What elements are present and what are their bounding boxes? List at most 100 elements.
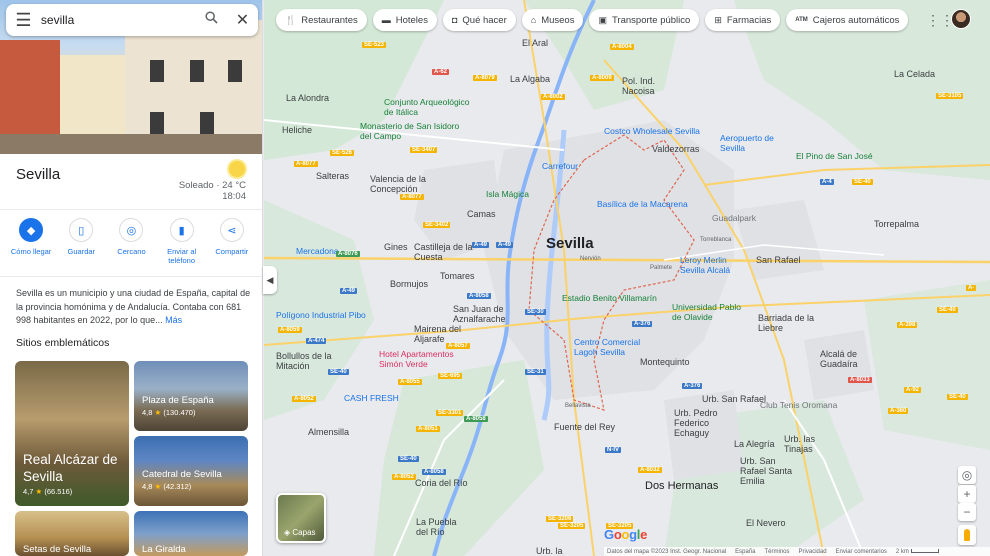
road-shield: A-376 bbox=[682, 383, 703, 389]
map-label-poi[interactable]: Hotel Apartamentos Simón Verde bbox=[379, 349, 469, 369]
map-label[interactable]: Salteras bbox=[316, 171, 349, 181]
category-chips: 🍴 Restaurantes ▬ Hoteles ◘ Qué hacer ⌂ Museo… bbox=[276, 9, 909, 31]
map-label[interactable]: Fuente del Rey bbox=[554, 422, 615, 432]
map-label[interactable]: Bormujos bbox=[390, 279, 428, 289]
map-label[interactable]: Torrepalma bbox=[874, 219, 919, 229]
map-label[interactable]: Coria del Río bbox=[415, 478, 468, 488]
street-view-pegman-icon[interactable] bbox=[958, 525, 976, 545]
map-label-poi[interactable]: Conjunto Arqueológico de Itálica bbox=[384, 97, 474, 117]
directions-button[interactable]: ◆ Cómo llegar bbox=[7, 218, 55, 274]
map-label-poi[interactable]: Mercadona bbox=[296, 246, 339, 256]
nearby-button[interactable]: ◎ Cercano bbox=[107, 218, 155, 274]
map-label[interactable]: Bellavista bbox=[565, 403, 591, 409]
chip-label: Museos bbox=[541, 14, 575, 26]
layers-button[interactable]: ◈ Capas bbox=[276, 493, 326, 543]
map-label[interactable]: La Algaba bbox=[510, 74, 550, 84]
map-label[interactable]: Urb. la bbox=[536, 546, 563, 556]
map-label[interactable]: Urb. Pedro Federico Echaguy bbox=[674, 408, 734, 438]
chip-hotels[interactable]: ▬ Hoteles bbox=[372, 9, 437, 31]
map-label[interactable]: San Juan de Aznalfarache bbox=[453, 304, 523, 324]
landmark-card-plaza-espana[interactable]: Plaza de España 4,8 ★ (130.470) bbox=[134, 361, 248, 431]
collapse-panel-button[interactable]: ◀ bbox=[263, 266, 277, 294]
map-label[interactable]: Urb. las Tinajas bbox=[784, 434, 834, 454]
map-label[interactable]: Pol. Ind. Nacoisa bbox=[622, 76, 682, 96]
footer-region-link[interactable]: España bbox=[735, 549, 755, 555]
map-label[interactable]: Urb. San Rafael Santa Emilia bbox=[740, 456, 800, 486]
landmark-card-real-alcazar[interactable]: Real Alcázar de Sevilla 4,7 ★ (66.516) bbox=[15, 361, 129, 506]
map-label[interactable]: Barriada de la Liebre bbox=[758, 313, 818, 333]
map-label[interactable]: Valencia de la Concepción bbox=[370, 174, 440, 194]
search-icon[interactable] bbox=[196, 11, 227, 29]
map-label[interactable]: Valdezorras bbox=[652, 144, 699, 154]
map-label[interactable]: Bollullos de la Mitación bbox=[276, 351, 346, 371]
landmark-card-setas[interactable]: Setas de Sevilla bbox=[15, 511, 129, 556]
map-label[interactable]: La Puebla del Río bbox=[416, 517, 466, 537]
more-link[interactable]: Más bbox=[165, 315, 182, 325]
map-label-poi[interactable]: Club Tenis Oromana bbox=[760, 400, 837, 410]
menu-icon[interactable]: ☰ bbox=[6, 10, 41, 31]
map-label[interactable]: Nervión bbox=[580, 256, 601, 262]
footer-feedback-link[interactable]: Enviar comentarios bbox=[836, 549, 887, 555]
footer-privacy-link[interactable]: Privacidad bbox=[799, 549, 827, 555]
landmark-card-giralda[interactable]: La Giralda bbox=[134, 511, 248, 556]
map-label[interactable]: El Nevero bbox=[746, 518, 786, 528]
share-button[interactable]: ⋖ Compartir bbox=[208, 218, 256, 274]
save-button[interactable]: ▯ Guardar bbox=[57, 218, 105, 274]
map-label[interactable]: La Alondra bbox=[286, 93, 329, 103]
chip-museums[interactable]: ⌂ Museos bbox=[521, 9, 584, 31]
map-canvas[interactable]: Sevilla El Aral La Algaba Pol. Ind. Naco… bbox=[264, 0, 990, 556]
map-label[interactable]: Palmete bbox=[650, 265, 672, 271]
weather-condition: Soleado · 24 °C bbox=[178, 180, 246, 191]
map-label[interactable]: Tomares bbox=[440, 271, 475, 281]
map-label[interactable]: Almensilla bbox=[308, 427, 349, 437]
map-label-poi[interactable]: Carrefour bbox=[542, 161, 578, 171]
map-label-poi[interactable]: Universidad Pablo de Olavide bbox=[672, 302, 742, 322]
map-label-poi[interactable]: CASH FRESH bbox=[344, 393, 399, 403]
my-location-button[interactable]: ◎ bbox=[958, 466, 976, 484]
card-caption: Real Alcázar de Sevilla 4,7 ★ (66.516) bbox=[23, 451, 127, 496]
map-label-poi[interactable]: Centro Comercial Lagoh Sevilla bbox=[574, 337, 644, 357]
chip-restaurants[interactable]: 🍴 Restaurantes bbox=[276, 9, 367, 31]
zoom-in-button[interactable]: + bbox=[958, 485, 976, 503]
map-label[interactable]: San Rafael bbox=[756, 255, 801, 265]
close-icon[interactable]: ✕ bbox=[227, 10, 258, 30]
chip-things-to-do[interactable]: ◘ Qué hacer bbox=[442, 9, 516, 31]
map-label[interactable]: La Celada bbox=[894, 69, 935, 79]
search-input[interactable] bbox=[40, 13, 196, 27]
chip-pharmacies[interactable]: ⊞ Farmacias bbox=[705, 9, 781, 31]
map-label[interactable]: Heliche bbox=[282, 125, 312, 135]
map-label-city[interactable]: Sevilla bbox=[546, 235, 594, 252]
map-label[interactable]: Mairena del Aljarafe bbox=[414, 324, 474, 344]
chip-transit[interactable]: ▣ Transporte público bbox=[589, 9, 700, 31]
map-label[interactable]: La Alegría bbox=[734, 439, 775, 449]
map-label[interactable]: Urb. San Rafael bbox=[702, 394, 766, 404]
map-label-poi[interactable]: Guadalpark bbox=[712, 213, 756, 223]
map-label[interactable]: Gines bbox=[384, 242, 408, 252]
scale-control[interactable]: 2 km bbox=[896, 548, 939, 555]
map-label[interactable]: Montequinto bbox=[640, 357, 690, 367]
place-panel: ☰ ✕ Sevilla Soleado · 24 °C 18:04 ◆ Cómo… bbox=[0, 0, 263, 556]
map-label[interactable]: El Aral bbox=[522, 38, 548, 48]
map-label-poi[interactable]: Isla Mágica bbox=[486, 189, 529, 199]
map-label-poi[interactable]: Estadio Benito Villamarín bbox=[562, 293, 657, 303]
map-label[interactable]: Alcalá de Guadaíra bbox=[820, 349, 880, 369]
map-label-poi[interactable]: Costco Wholesale Sevilla bbox=[604, 126, 700, 136]
map-label-poi[interactable]: Polígono Industrial Pibo bbox=[276, 310, 366, 320]
map-label-poi[interactable]: Aeropuerto de Sevilla bbox=[720, 133, 790, 153]
star-icon: ★ bbox=[35, 487, 43, 496]
map-label[interactable]: Camas bbox=[467, 209, 496, 219]
landmark-card-catedral[interactable]: Catedral de Sevilla 4,8 ★ (42.312) bbox=[134, 436, 248, 506]
layers-icon: ◈ bbox=[284, 528, 291, 537]
map-label[interactable]: Dos Hermanas bbox=[645, 480, 718, 492]
map-label[interactable]: Torreblanca bbox=[700, 237, 731, 243]
zoom-out-button[interactable]: − bbox=[958, 503, 976, 521]
map-label-poi[interactable]: Basílica de la Macarena bbox=[597, 199, 688, 209]
chip-atms[interactable]: ATM Cajeros automáticos bbox=[786, 9, 909, 31]
footer-terms-link[interactable]: Términos bbox=[765, 549, 790, 555]
map-label-poi[interactable]: Leroy Merlin Sevilla Alcalá bbox=[680, 255, 750, 275]
map-label-poi[interactable]: El Pino de San José bbox=[796, 151, 873, 161]
map-footer: Datos del mapa ©2023 Inst. Geogr. Nacion… bbox=[604, 547, 990, 556]
send-to-phone-button[interactable]: ▮ Enviar al teléfono bbox=[158, 218, 206, 274]
map-label-poi[interactable]: Monasterio de San Isidoro del Campo bbox=[360, 121, 470, 141]
avatar[interactable] bbox=[951, 9, 971, 29]
